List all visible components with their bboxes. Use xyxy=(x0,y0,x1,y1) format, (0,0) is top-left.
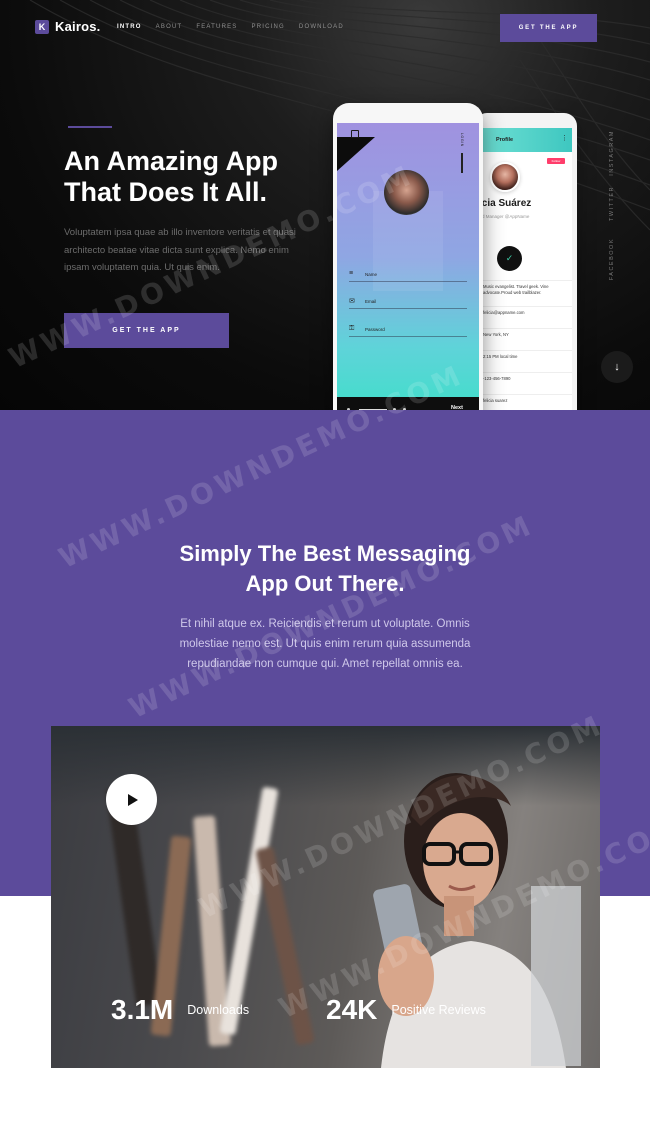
more-options-icon: ⋮ xyxy=(561,135,568,142)
social-links: FACEBOOK TWITTER INSTAGRAM xyxy=(609,130,625,290)
social-twitter-link[interactable]: TWITTER xyxy=(609,186,625,221)
profile-name: icia Suárez xyxy=(479,198,532,209)
get-app-nav-button[interactable]: GET THE APP xyxy=(500,14,597,42)
nav-menu: INTRO ABOUT FEATURES PRICING DOWNLOAD xyxy=(117,24,344,30)
social-instagram-link[interactable]: INSTAGRAM xyxy=(609,130,625,176)
name-icon: ≡ xyxy=(349,270,354,277)
key-icon: ⚿ xyxy=(349,325,355,332)
email-field-label: Email xyxy=(365,299,377,304)
nav-item-about[interactable]: ABOUT xyxy=(156,24,183,30)
profile-subtitle: d Manager @AppName xyxy=(482,214,530,219)
nav-item-pricing[interactable]: PRICING xyxy=(252,24,285,30)
profile-location: New York, NY xyxy=(479,328,572,350)
name-field[interactable]: ≡ Name xyxy=(349,268,467,282)
stat-downloads-label: Downloads xyxy=(187,1003,250,1017)
brush-jar xyxy=(255,846,315,1046)
section-title-line1: Simply The Best Messaging xyxy=(179,541,471,566)
profile-screen: Profile ⋮ Follow icia Suárez d Manager @… xyxy=(479,128,572,418)
email-icon: ✉ xyxy=(349,298,355,305)
hero-title-line2: That Does It All. xyxy=(64,177,268,207)
nav-item-download[interactable]: DOWNLOAD xyxy=(299,24,344,30)
brand-logo[interactable]: K Kairos. xyxy=(35,19,100,34)
nav-item-intro[interactable]: INTRO xyxy=(117,24,142,30)
login-side-bar xyxy=(461,153,463,173)
stat-reviews: 24K Positive Reviews xyxy=(326,994,486,1026)
social-facebook-link[interactable]: FACEBOOK xyxy=(609,238,625,280)
stat-reviews-label: Positive Reviews xyxy=(391,1003,486,1017)
section-description: Et nihil atque ex. Reiciendis et rerum u… xyxy=(179,618,471,670)
hero-accent-line xyxy=(68,126,112,128)
hero-title-line1: An Amazing App xyxy=(64,146,278,176)
profile-header: Profile ⋮ xyxy=(479,128,572,152)
logo-mark-icon: K xyxy=(35,19,49,34)
login-screen: LOGIN ≡ Name ✉ Email ⚿ Password xyxy=(337,123,479,421)
profile-phone: -123-456-7890 xyxy=(479,372,572,394)
check-icon: ✓ xyxy=(497,246,522,271)
video-panel[interactable]: 3.1M Downloads 24K Positive Reviews xyxy=(51,726,600,1068)
nav-item-features[interactable]: FEATURES xyxy=(196,24,237,30)
decorative-triangle xyxy=(337,137,375,171)
login-avatar xyxy=(384,170,429,215)
brand-name: Kairos. xyxy=(55,19,101,34)
profile-info-list: Music evangelist. Travel geek. Vine advo… xyxy=(479,280,572,416)
section-title: Simply The Best Messaging App Out There. xyxy=(0,539,650,599)
email-field[interactable]: ✉ Email xyxy=(349,295,467,309)
profile-time: 2:15 PM local time xyxy=(479,350,572,372)
app-icon xyxy=(351,130,359,138)
stat-downloads: 3.1M Downloads xyxy=(111,994,249,1026)
name-field-label: Name xyxy=(365,272,378,277)
top-navbar: K Kairos. INTRO ABOUT FEATURES PRICING D… xyxy=(0,0,650,56)
hero-description: Voluptatem ipsa quae ab illo inventore v… xyxy=(64,227,296,273)
profile-email: felicia@appname.com xyxy=(479,306,572,328)
login-side-label: LOGIN xyxy=(460,133,464,147)
stat-reviews-value: 24K xyxy=(326,994,378,1025)
password-field[interactable]: ⚿ Password xyxy=(349,323,467,337)
phone-mockup-login: LOGIN ≡ Name ✉ Email ⚿ Password Next xyxy=(333,103,483,435)
get-app-hero-button[interactable]: GET THE APP xyxy=(64,313,229,348)
stat-downloads-value: 3.1M xyxy=(111,994,174,1025)
phone-mockup-profile: Profile ⋮ Follow icia Suárez d Manager @… xyxy=(474,113,577,430)
follow-badge: Follow xyxy=(547,158,565,164)
play-button[interactable] xyxy=(106,774,157,825)
password-field-label: Password xyxy=(365,327,385,332)
scroll-down-icon[interactable]: ↓ xyxy=(601,351,633,383)
section-title-line2: App Out There. xyxy=(245,571,405,596)
profile-bio: Music evangelist. Travel geek. Vine advo… xyxy=(479,280,572,306)
profile-header-title: Profile xyxy=(496,137,514,143)
profile-avatar xyxy=(490,162,520,192)
play-icon xyxy=(128,793,138,806)
hero-title: An Amazing App That Does It All. xyxy=(64,146,324,208)
